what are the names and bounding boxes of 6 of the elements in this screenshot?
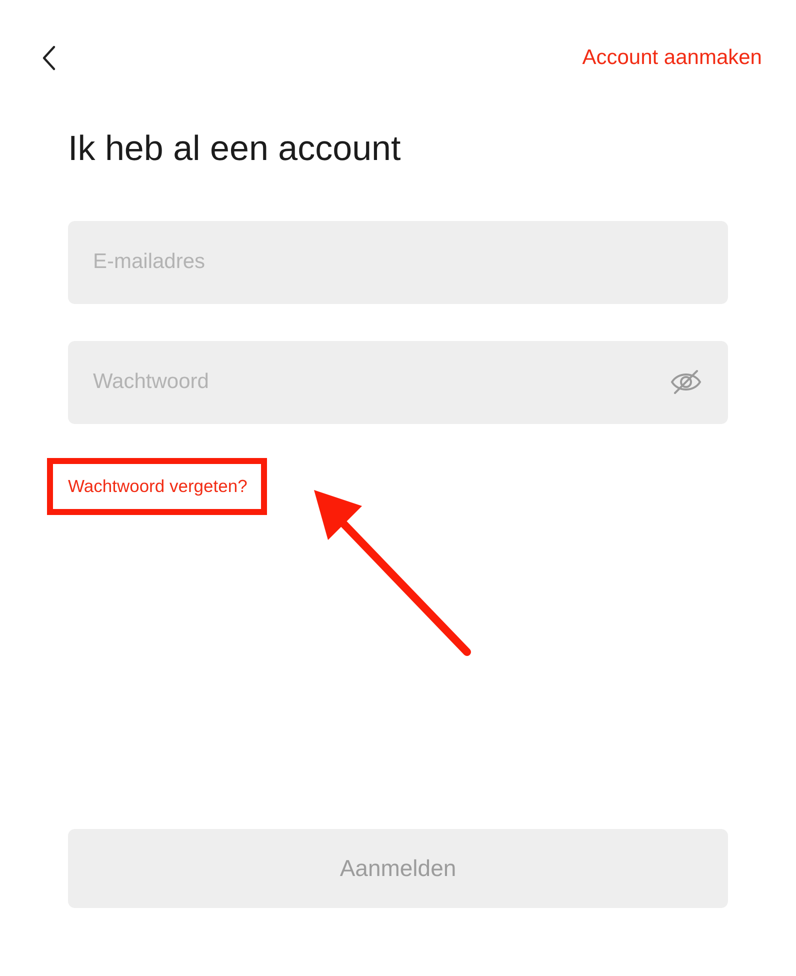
email-field[interactable]: E-mailadres xyxy=(68,220,728,304)
back-chevron-icon xyxy=(41,45,57,71)
forgot-password-link[interactable]: Wachtwoord vergeten? xyxy=(68,476,248,496)
page-title: Ik heb al een account xyxy=(68,130,402,168)
create-account-link[interactable]: Account aanmaken xyxy=(582,42,762,74)
password-field[interactable]: Wachtwoord xyxy=(68,340,728,424)
